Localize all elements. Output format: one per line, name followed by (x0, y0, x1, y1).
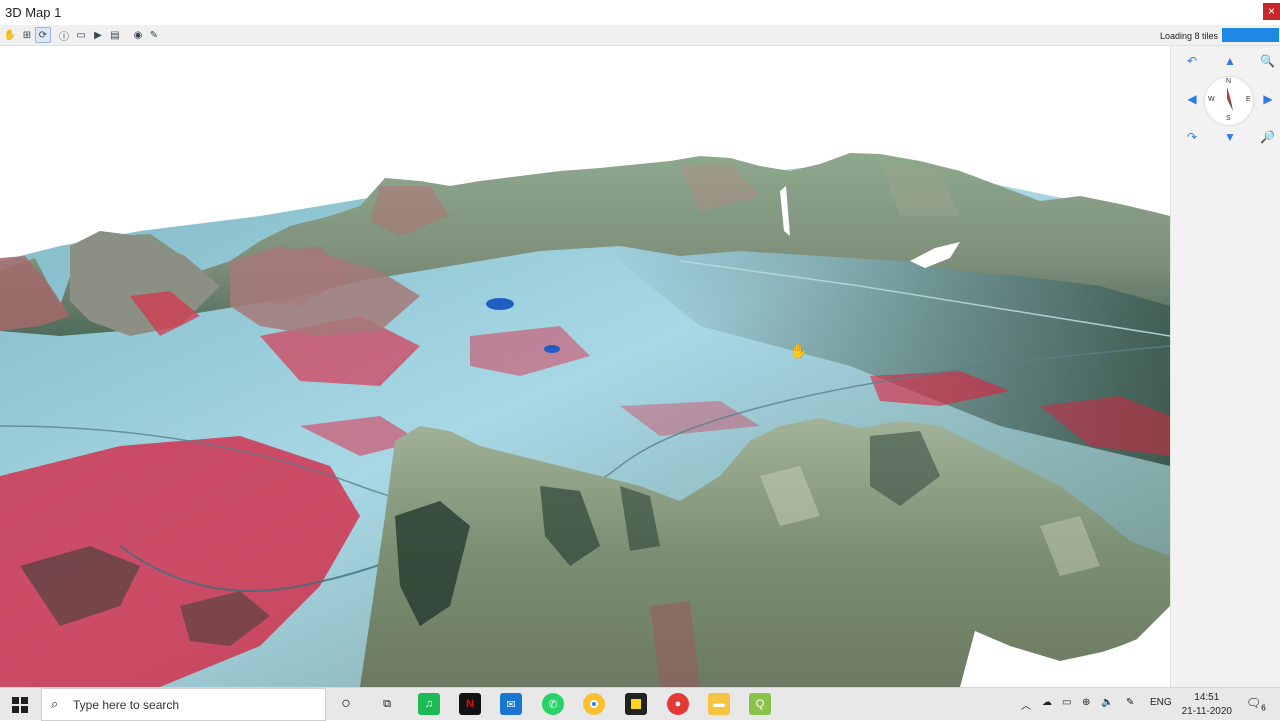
netflix-icon[interactable]: N (459, 693, 481, 715)
whatsapp-icon[interactable]: ✆ (542, 693, 564, 715)
clock-time: 14:51 (1194, 692, 1220, 703)
compass-needle-icon (1227, 87, 1233, 111)
pan-up-icon[interactable]: ▲ (1223, 54, 1237, 68)
task-view-icon[interactable]: ⧉ (376, 693, 398, 715)
identify-tool-icon[interactable]: ⓘ (56, 27, 72, 43)
window-title: 3D Map 1 (5, 5, 62, 20)
tilt-up-icon[interactable]: ↶ (1185, 54, 1199, 68)
windows-logo-icon (12, 696, 28, 713)
loading-progress-bar (1222, 28, 1279, 42)
battery-icon[interactable]: ▭ (1062, 697, 1071, 708)
start-button[interactable] (0, 688, 40, 721)
title-bar: 3D Map 1 × (0, 0, 1280, 25)
notification-count: 6 (1261, 703, 1266, 713)
rotate-tool-icon[interactable]: ⟳ (35, 27, 51, 43)
animation-play-icon[interactable]: ▶ (90, 27, 106, 43)
network-icon[interactable]: ⊕ (1082, 697, 1090, 708)
language-indicator[interactable]: ENG (1150, 697, 1172, 708)
file-explorer-icon[interactable]: ▬ (708, 693, 730, 715)
camera-settings-icon[interactable]: ◉ (130, 27, 146, 43)
pan-left-icon[interactable]: ◀ (1185, 92, 1199, 106)
onedrive-icon[interactable]: ☁ (1042, 697, 1052, 708)
close-button[interactable]: × (1263, 3, 1280, 20)
spotify-icon[interactable]: ♫ (418, 693, 440, 715)
terrain-render (0, 153, 1170, 687)
pan-right-icon[interactable]: ▶ (1261, 92, 1275, 106)
export-image-icon[interactable]: ▤ (107, 27, 123, 43)
windows-taskbar: ⌕ Type here to search ○ ⧉ ♫ N ✉ ✆ ● ▬ Q … (0, 687, 1280, 721)
zoom-extent-icon[interactable]: ⊞ (19, 27, 35, 43)
loading-status: Loading 8 tiles (1159, 31, 1218, 41)
sticky-notes-icon[interactable] (625, 693, 647, 715)
tilt-down-icon[interactable]: ↷ (1185, 130, 1199, 144)
zoom-in-icon[interactable]: 🔍 (1260, 54, 1275, 68)
map-toolbar: ✋ ⊞ ⟳ ⓘ ▭ ▶ ▤ ◉ ✎ Loading 8 tiles (0, 25, 1280, 46)
compass-widget[interactable]: N S E W (1205, 77, 1253, 125)
tray-chevron-icon[interactable]: ︿ (1021, 697, 1031, 712)
3d-map-viewport[interactable]: ✋ (0, 46, 1170, 687)
pan-down-icon[interactable]: ▼ (1223, 130, 1237, 144)
search-placeholder: Type here to search (73, 698, 180, 712)
navigation-panel: ↶ ▲ 🔍 ◀ N S E W ▶ ↷ ▼ 🔎 (1170, 46, 1280, 687)
pen-workspace-icon[interactable]: ✎ (1126, 697, 1134, 708)
qgis-icon[interactable]: Q (749, 693, 771, 715)
measure-tool-icon[interactable]: ▭ (73, 27, 89, 43)
notification-center-icon[interactable]: 🗨6 (1246, 696, 1266, 712)
zoom-out-icon[interactable]: 🔎 (1260, 130, 1275, 144)
taskbar-search-box[interactable]: ⌕ Type here to search (41, 688, 326, 721)
mail-icon[interactable]: ✉ (500, 693, 522, 715)
cortana-icon[interactable]: ○ (335, 693, 357, 715)
pan-tool-icon[interactable]: ✋ (2, 27, 18, 43)
search-icon: ⌕ (51, 696, 59, 711)
system-clock[interactable]: 14:51 21-11-2020 (1182, 691, 1232, 719)
chrome-icon[interactable] (583, 693, 605, 715)
screen-recorder-icon[interactable]: ● (667, 693, 689, 715)
volume-icon[interactable]: 🔈 (1101, 697, 1113, 708)
clock-date: 21-11-2020 (1181, 706, 1232, 717)
hand-cursor-icon: ✋ (790, 343, 808, 359)
options-tool-icon[interactable]: ✎ (146, 27, 162, 43)
